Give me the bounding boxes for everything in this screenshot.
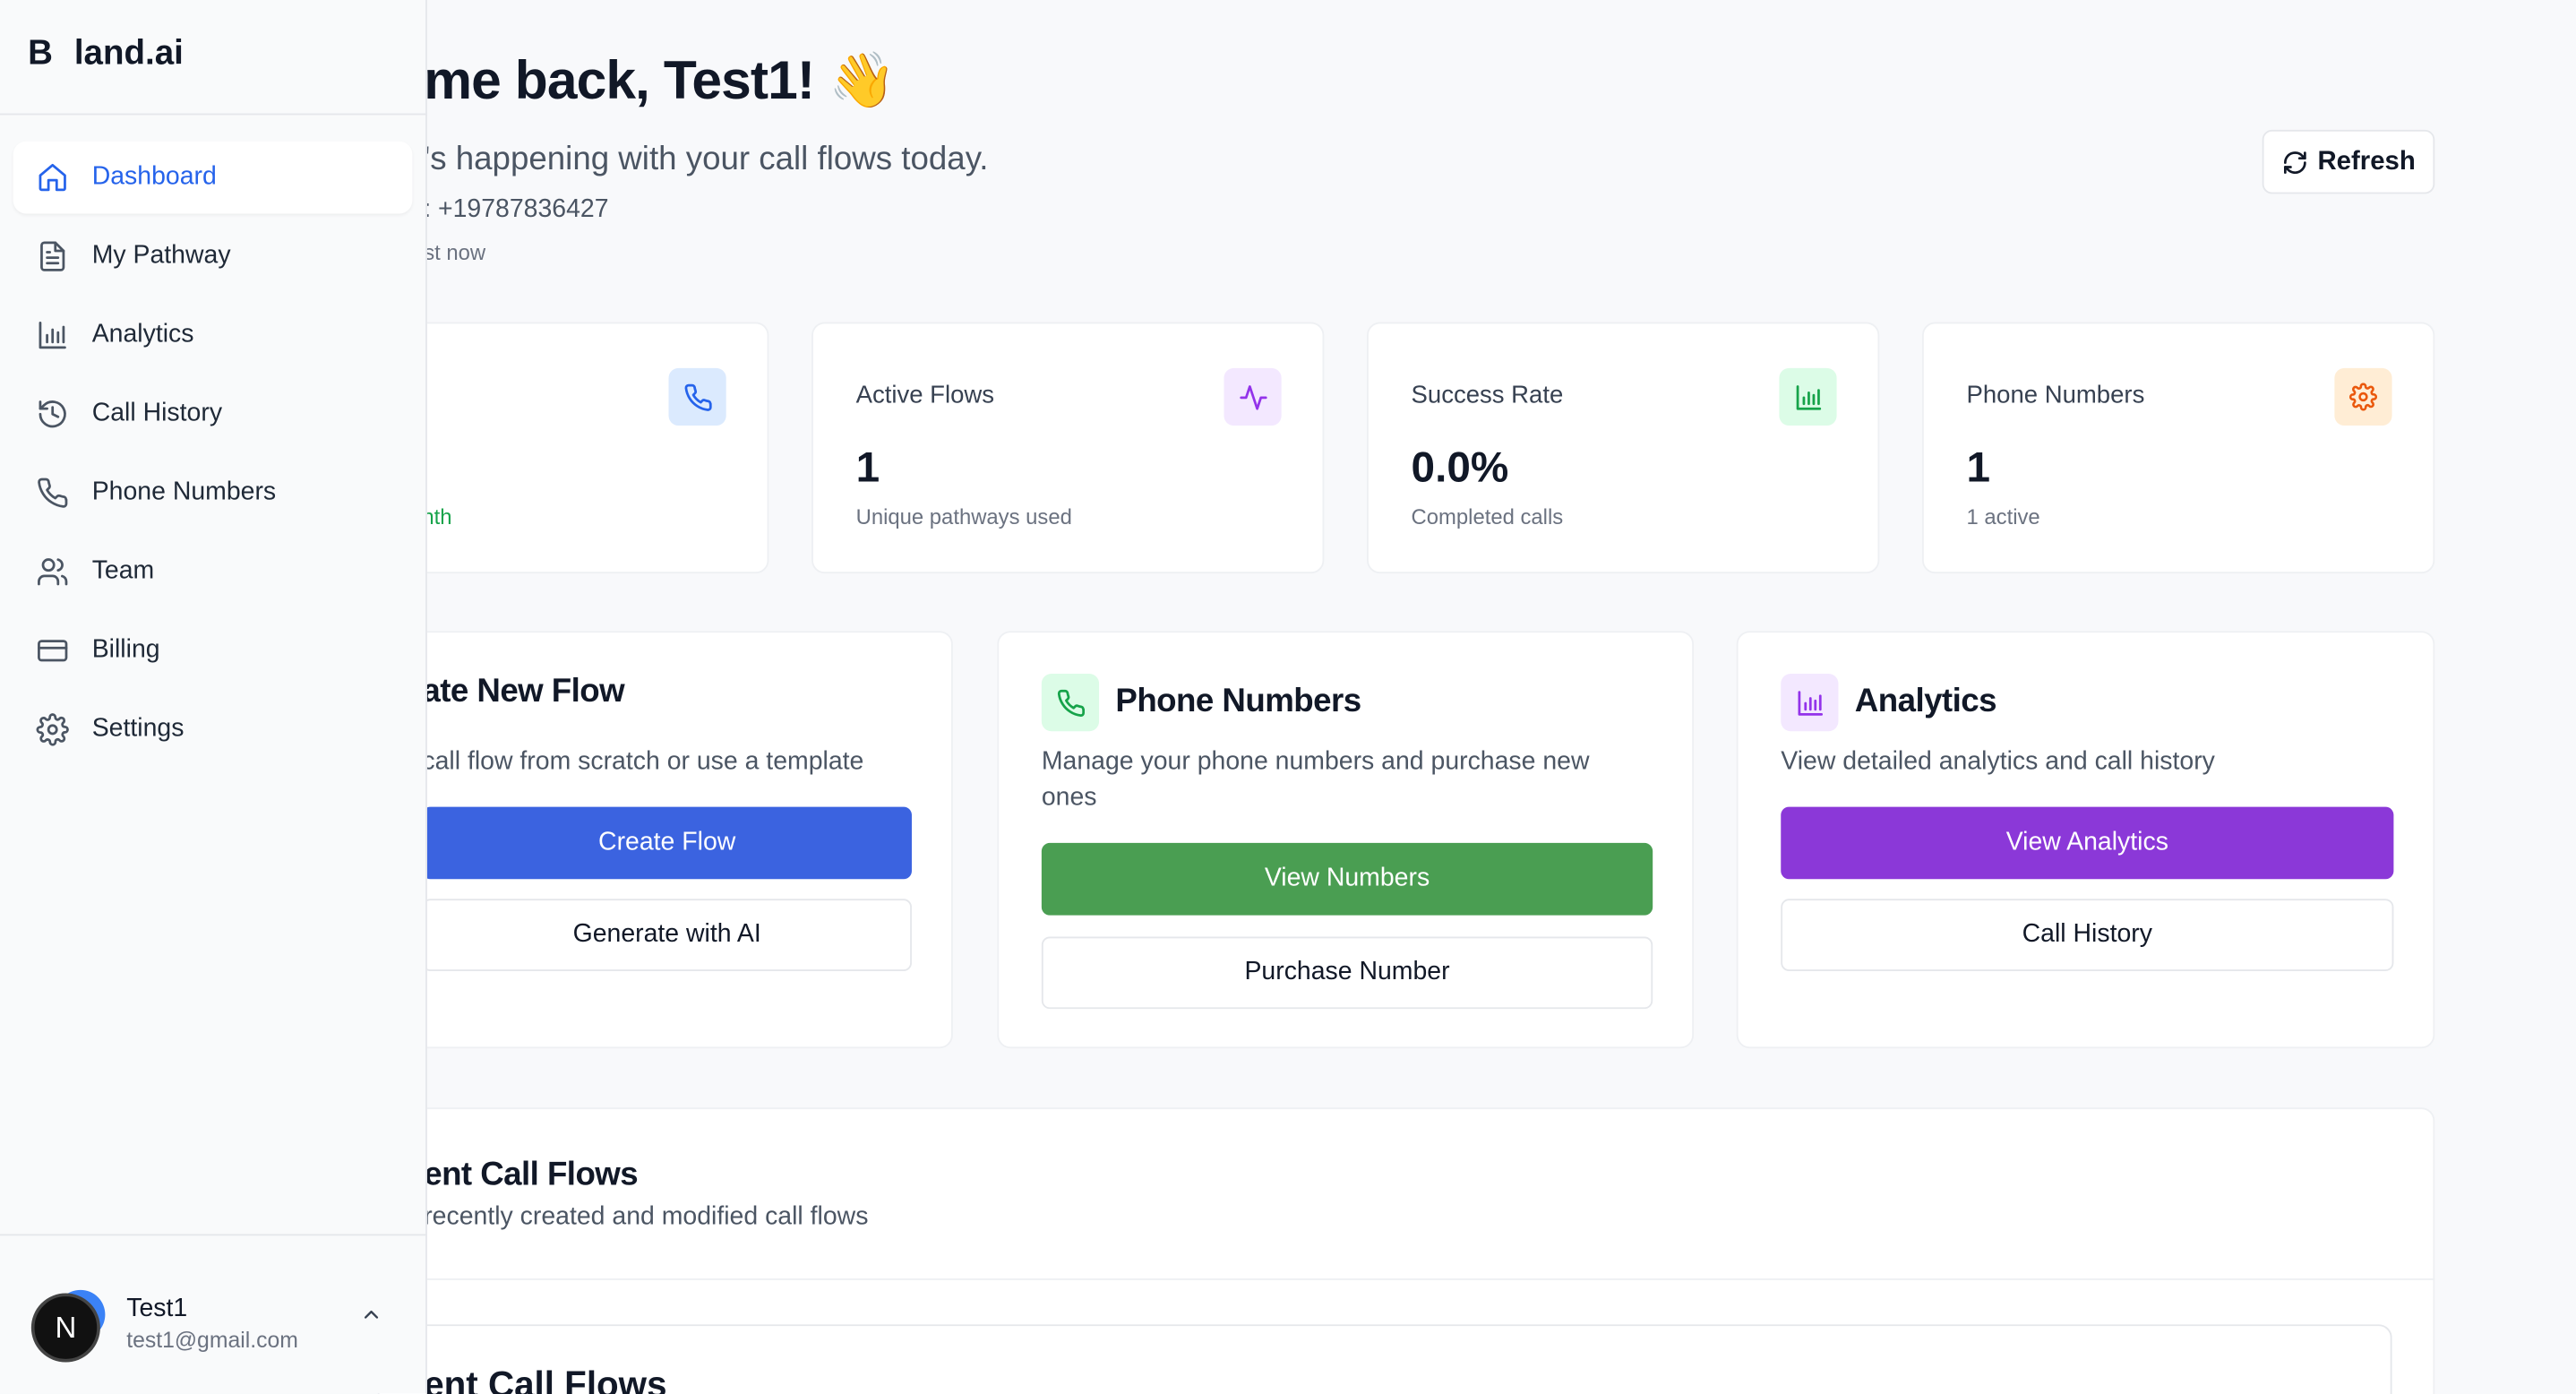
- page-subtitle: 's happening with your call flows today.: [424, 141, 989, 178]
- last-updated-text: st now: [424, 239, 486, 265]
- bar-chart-icon: [1781, 674, 1839, 732]
- stat-note: 1 active: [1966, 504, 2040, 529]
- divider: [0, 113, 427, 116]
- stat-value: 0.0%: [1411, 442, 1509, 492]
- gear-icon: [2334, 367, 2392, 426]
- phone-icon: [1041, 674, 1100, 732]
- phone-icon: [38, 478, 68, 508]
- sidebar-item-label: Settings: [91, 714, 185, 744]
- sidebar-item-label: Team: [91, 556, 155, 585]
- avatar-initial: N: [30, 1293, 100, 1363]
- brand-mark: B: [28, 34, 54, 73]
- stat-note: Completed calls: [1411, 504, 1564, 529]
- action-card-analytics: Analytics View detailed analytics and ca…: [1736, 631, 2435, 1049]
- sidebar-item-call-history[interactable]: Call History: [13, 378, 413, 451]
- action-description: View detailed analytics and call history: [1781, 747, 2215, 776]
- recent-flows-title: ent Call Flows: [424, 1157, 639, 1193]
- stat-label: Success Rate: [1411, 381, 1564, 409]
- sidebar-nav: Dashboard My Pathway Analytics Call Hist…: [13, 141, 413, 772]
- sidebar-item-billing[interactable]: Billing: [13, 615, 413, 687]
- phone-icon: [668, 367, 726, 426]
- sidebar-item-label: Analytics: [91, 320, 194, 348]
- phone-number-text: : +19787836427: [424, 195, 609, 224]
- sidebar-item-label: Billing: [91, 635, 160, 665]
- call-history-button[interactable]: Call History: [1781, 899, 2394, 972]
- recent-flows-inner-title: ent Call Flows: [424, 1364, 667, 1394]
- user-name: Test1: [126, 1294, 188, 1322]
- sidebar-item-label: Dashboard: [91, 162, 217, 191]
- credit-card-icon: [38, 640, 68, 662]
- generate-with-ai-button[interactable]: Generate with AI: [422, 899, 912, 972]
- sidebar-item-dashboard[interactable]: Dashboard: [13, 141, 413, 214]
- sidebar-item-settings[interactable]: Settings: [13, 693, 413, 766]
- brand-name: land.ai: [73, 34, 184, 73]
- activity-icon: [1224, 367, 1282, 426]
- brand-logo[interactable]: B land.ai: [28, 35, 184, 74]
- users-icon: [38, 558, 68, 586]
- refresh-icon: [2283, 151, 2306, 174]
- refresh-button[interactable]: Refresh: [2262, 129, 2435, 194]
- stat-card-calls: nth: [377, 322, 769, 574]
- view-analytics-button[interactable]: View Analytics: [1781, 806, 2394, 880]
- purchase-number-button[interactable]: Purchase Number: [1041, 936, 1653, 1010]
- action-description: call flow from scratch or use a template: [422, 747, 864, 776]
- stat-card-phone-numbers: Phone Numbers 1 1 active: [1921, 322, 2435, 574]
- stat-value: 1: [1966, 442, 1991, 492]
- home-icon: [39, 163, 66, 192]
- action-title: ate New Flow: [422, 674, 625, 710]
- file-text-icon: [40, 241, 65, 271]
- stat-card-success-rate: Success Rate 0.0% Completed calls: [1367, 322, 1880, 574]
- action-card-create-flow: ate New Flow call flow from scratch or u…: [377, 631, 953, 1049]
- gear-icon: [36, 713, 69, 746]
- sidebar-item-my-pathway[interactable]: My Pathway: [13, 220, 413, 293]
- sidebar-item-team[interactable]: Team: [13, 536, 413, 608]
- create-flow-button[interactable]: Create Flow: [422, 806, 912, 880]
- action-title: Analytics: [1854, 684, 1997, 720]
- sidebar-item-label: Call History: [91, 399, 223, 427]
- refresh-label: Refresh: [2317, 147, 2416, 176]
- sidebar-item-phone-numbers[interactable]: Phone Numbers: [13, 457, 413, 529]
- stat-label: Phone Numbers: [1966, 381, 2145, 409]
- user-menu[interactable]: N Test1 test1@gmail.com: [30, 1283, 399, 1363]
- stat-card-active-flows: Active Flows 1 Unique pathways used: [811, 322, 1325, 574]
- sidebar-item-label: My Pathway: [91, 241, 231, 270]
- page-title: me back, Test1! 👋: [424, 49, 896, 110]
- stat-label: Active Flows: [855, 381, 995, 409]
- divider: [377, 1278, 2435, 1280]
- user-email: test1@gmail.com: [126, 1327, 298, 1352]
- divider: [0, 1234, 427, 1236]
- bar-chart-icon: [1779, 367, 1837, 426]
- bar-chart-icon: [39, 322, 66, 349]
- action-title: Phone Numbers: [1115, 684, 1361, 720]
- view-numbers-button[interactable]: View Numbers: [1041, 842, 1653, 916]
- sidebar: B land.ai Dashboard My Pathway Analytics…: [0, 0, 427, 1394]
- history-icon: [39, 400, 66, 428]
- recent-flows-subtitle: recently created and modified call flows: [424, 1202, 869, 1231]
- sidebar-item-analytics[interactable]: Analytics: [13, 299, 413, 372]
- action-card-phone-numbers: Phone Numbers Manage your phone numbers …: [997, 631, 1695, 1049]
- stat-value: 1: [855, 442, 880, 492]
- stat-note: Unique pathways used: [855, 504, 1072, 529]
- action-description: Manage your phone numbers and purchase n…: [1041, 747, 1590, 813]
- recent-flows-inner-card: [377, 1324, 2392, 1394]
- chevron-up-icon[interactable]: [360, 1304, 383, 1327]
- sidebar-item-label: Phone Numbers: [91, 478, 277, 506]
- avatar: N: [30, 1286, 106, 1363]
